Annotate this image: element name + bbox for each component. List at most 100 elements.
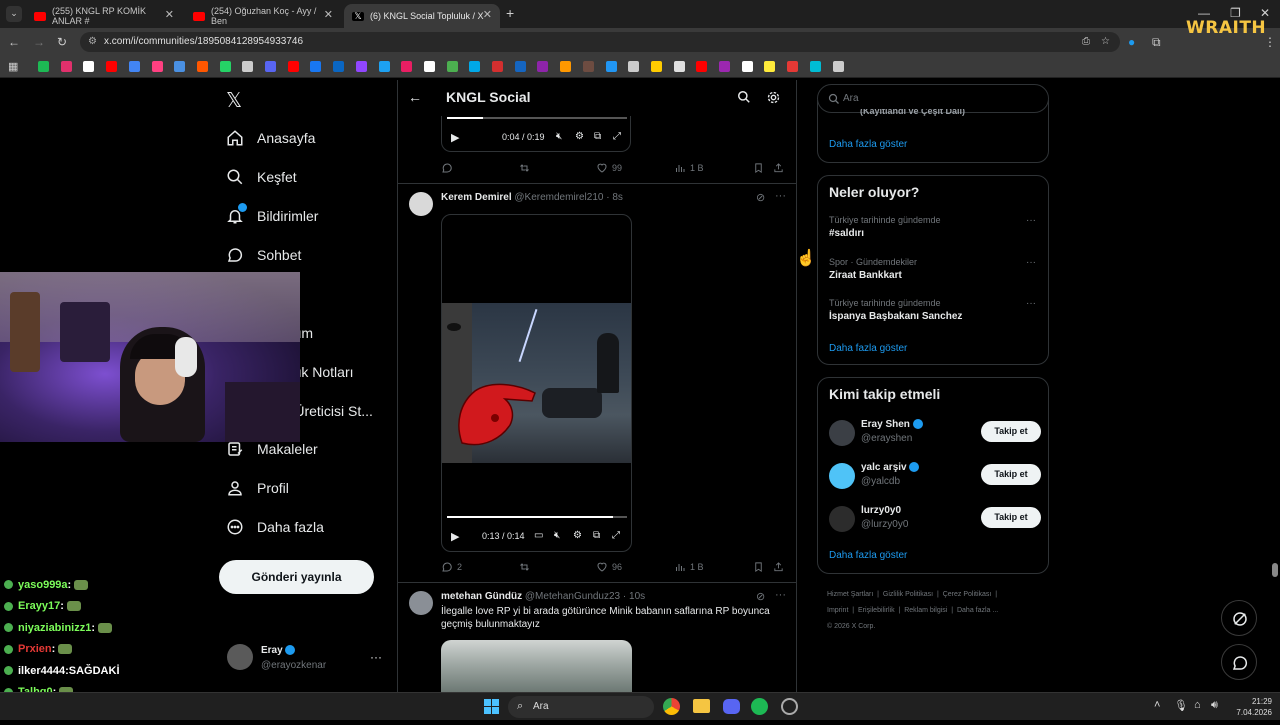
close-icon[interactable]: ✕ xyxy=(165,8,174,21)
settings-icon[interactable]: ⚙ xyxy=(573,530,582,541)
views-button[interactable]: 1 B xyxy=(674,162,704,174)
new-tab-button[interactable]: + xyxy=(506,6,514,20)
author-handle[interactable]: @MetehanGunduz23 xyxy=(525,591,620,602)
avatar[interactable] xyxy=(409,192,433,216)
bookmark-icon[interactable] xyxy=(174,61,186,72)
nav-explore[interactable]: Keşfet xyxy=(226,162,297,192)
footer-link[interactable]: Reklam bilgisi xyxy=(904,607,947,614)
extensions-puzzle-icon[interactable]: ⧉ xyxy=(1152,35,1161,49)
mute-icon[interactable]: 🔇︎ xyxy=(554,530,560,541)
follow-button[interactable]: Takip et xyxy=(981,507,1041,528)
fullscreen-icon[interactable]: ⤢ xyxy=(613,131,621,142)
network-icon[interactable]: ⌂ xyxy=(1194,699,1201,711)
bookmark-icon[interactable] xyxy=(446,61,458,72)
follow-button[interactable]: Takip et xyxy=(981,421,1041,442)
nav-notifications[interactable]: Bildirimler xyxy=(226,201,318,231)
avatar[interactable] xyxy=(829,420,855,446)
bookmark-icon[interactable] xyxy=(423,61,435,72)
nav-profile[interactable]: Profil xyxy=(226,473,289,503)
bookmark-icon[interactable] xyxy=(287,61,299,72)
forward-icon[interactable]: → xyxy=(33,35,45,49)
nav-more[interactable]: Daha fazla xyxy=(226,512,324,542)
video-progress[interactable] xyxy=(447,516,627,518)
avatar[interactable] xyxy=(829,463,855,489)
bookmark-icon[interactable] xyxy=(265,61,276,72)
captions-icon[interactable]: ▭ xyxy=(534,530,543,541)
pip-icon[interactable]: ⧉ xyxy=(593,530,600,541)
bookmark-icon[interactable] xyxy=(809,61,821,72)
bookmark-icon[interactable] xyxy=(106,61,118,72)
close-icon[interactable]: ✕ xyxy=(324,8,333,21)
tab-youtube-2[interactable]: (254) Oğuzhan Koç - Ayy / Ben ✕ xyxy=(185,4,341,28)
messages-button[interactable] xyxy=(1221,644,1257,680)
footer-link[interactable]: Hizmet Şartları xyxy=(827,591,873,598)
bookmark-icon[interactable] xyxy=(696,61,708,72)
bookmark-icon[interactable] xyxy=(673,61,685,72)
bookmark-star-icon[interactable]: ☆ xyxy=(1101,32,1110,52)
nav-home[interactable]: Anasayfa xyxy=(226,123,315,153)
bookmark-icon[interactable] xyxy=(741,61,753,72)
grok-icon[interactable]: ⊘ xyxy=(756,191,765,204)
clock[interactable]: 21:29 7.04.2026 xyxy=(1232,696,1272,718)
microphone-icon[interactable]: 🎙︎ xyxy=(1174,699,1188,712)
bookmark-icon[interactable] xyxy=(753,561,768,573)
bookmark-icon[interactable] xyxy=(128,61,140,72)
show-more-link[interactable]: Daha fazla göster xyxy=(829,343,907,354)
show-more-link[interactable]: Daha fazla göster xyxy=(829,550,907,561)
footer-link[interactable]: Imprint xyxy=(827,607,848,614)
bookmark-icon[interactable] xyxy=(605,61,617,72)
play-icon[interactable]: ▶ xyxy=(451,131,459,144)
follow-button[interactable]: Takip et xyxy=(981,464,1041,485)
scrollbar-thumb[interactable] xyxy=(1272,563,1278,577)
settings-icon[interactable]: ⚙ xyxy=(575,131,584,142)
author-name[interactable]: Kerem Demirel xyxy=(441,192,512,203)
bookmark-icon[interactable] xyxy=(333,61,345,72)
bookmark-icon[interactable] xyxy=(832,61,844,72)
play-icon[interactable]: ▶ xyxy=(451,530,459,543)
bookmark-icon[interactable] xyxy=(787,61,799,72)
reply-button[interactable]: 2 xyxy=(441,561,462,573)
account-more-icon[interactable]: ··· xyxy=(370,650,382,664)
more-options-icon[interactable]: ··· xyxy=(775,589,786,601)
tab-search-icon[interactable]: ⌄ xyxy=(6,6,22,22)
views-button[interactable]: 1 B xyxy=(674,561,704,573)
bookmark-icon[interactable] xyxy=(219,61,231,72)
bookmark-icon[interactable] xyxy=(196,61,208,72)
tray-chevron-icon[interactable]: ˄ xyxy=(1154,699,1160,711)
back-arrow-icon[interactable]: ← xyxy=(408,89,422,105)
avatar[interactable] xyxy=(227,644,253,670)
more-options-icon[interactable]: ··· xyxy=(1026,215,1036,226)
trend-item[interactable]: Türkiye tarihinde gündemde #saldırı ··· xyxy=(818,212,1050,252)
bookmark-icon[interactable] xyxy=(650,61,662,72)
footer-link[interactable]: Daha fazla ... xyxy=(957,607,998,614)
tweet-time[interactable]: · 10s xyxy=(623,591,645,602)
bookmark-icon[interactable] xyxy=(753,162,768,174)
file-explorer-icon[interactable] xyxy=(693,699,710,713)
bookmark-icon[interactable] xyxy=(560,61,572,72)
grok-button[interactable] xyxy=(1221,600,1257,636)
bookmark-icon[interactable] xyxy=(719,61,730,72)
reload-icon[interactable]: ↻ xyxy=(57,35,67,49)
tab-youtube-1[interactable]: (255) KNGL RP KOMİK ANLAR # ✕ xyxy=(26,4,182,28)
bookmark-icon[interactable] xyxy=(401,61,413,72)
bookmark-icon[interactable] xyxy=(38,61,49,72)
bookmark-icon[interactable] xyxy=(582,61,594,72)
bookmark-icon[interactable] xyxy=(151,61,163,72)
bookmark-icon[interactable] xyxy=(492,61,503,72)
share-icon[interactable] xyxy=(773,162,788,174)
trend-item[interactable]: Türkiye tarihinde gündemde İspanya Başba… xyxy=(818,295,1050,335)
author-handle[interactable]: @Keremdemirel210 xyxy=(514,192,603,203)
reply-button[interactable] xyxy=(441,162,457,174)
tweet-image[interactable] xyxy=(441,640,632,692)
back-icon[interactable]: ← xyxy=(8,35,20,49)
avatar[interactable] xyxy=(409,591,433,615)
app-icon[interactable] xyxy=(781,698,798,715)
taskbar-search[interactable]: ⌕ Ara xyxy=(508,696,654,718)
bookmark-icon[interactable] xyxy=(764,61,776,72)
settings-gear-icon[interactable] xyxy=(766,90,781,110)
author-name[interactable]: metehan Gündüz xyxy=(441,591,522,602)
retweet-button[interactable] xyxy=(518,561,535,573)
mute-icon[interactable]: 🔇︎ xyxy=(556,131,562,142)
spotify-icon[interactable] xyxy=(751,698,768,715)
follow-suggestion[interactable]: Eray Shen @erayshen Takip et xyxy=(818,418,1050,452)
